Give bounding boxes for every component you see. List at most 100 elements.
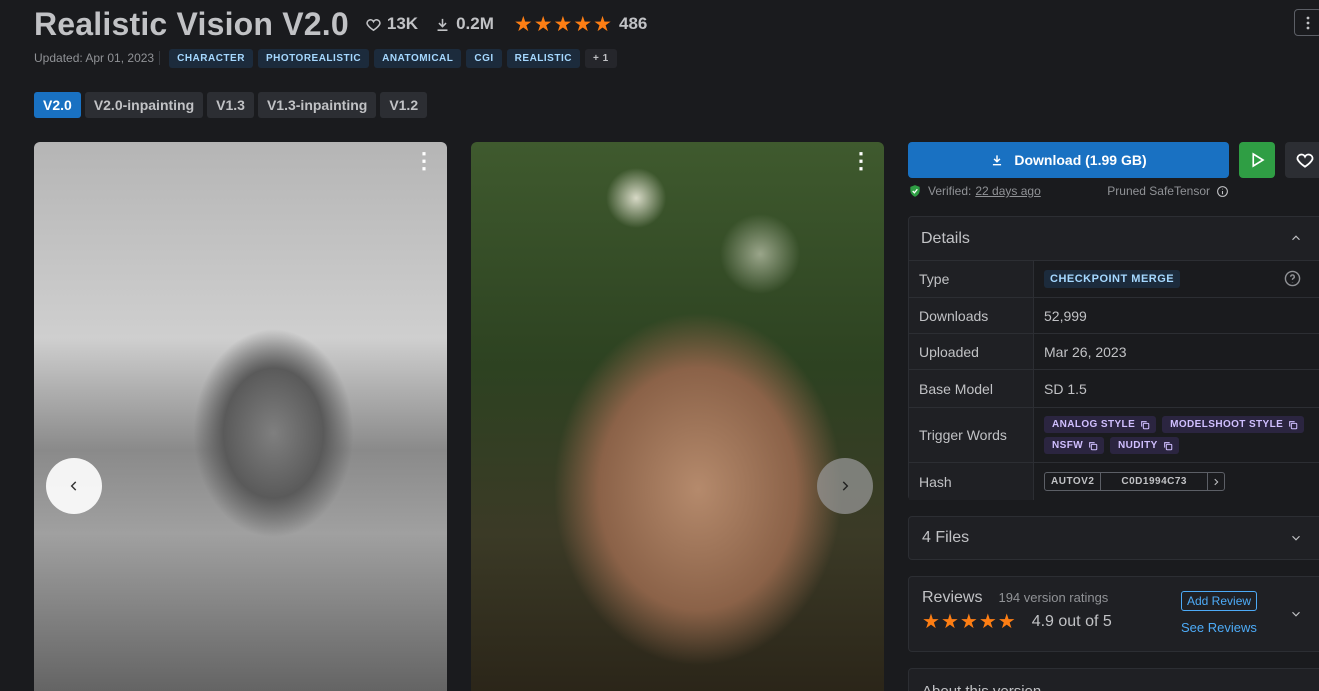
version-tab-v1-3[interactable]: V1.3 <box>207 92 254 118</box>
details-key: Type <box>909 261 1034 297</box>
tag-realistic[interactable]: REALISTIC <box>506 48 580 68</box>
version-tab-v1-3-inpainting[interactable]: V1.3-inpainting <box>257 92 377 118</box>
carousel-next-button[interactable] <box>817 458 873 514</box>
hash-type[interactable]: AUTOV2 <box>1045 473 1102 490</box>
details-value: CHECKPOINT MERGE <box>1034 261 1319 297</box>
reviews-title: Reviews <box>922 589 983 606</box>
details-value: Mar 26, 2023 <box>1044 343 1127 360</box>
chevron-down-icon <box>1292 535 1300 541</box>
trigger-word-chip[interactable]: NUDITY <box>1110 437 1179 454</box>
star-icon: ★ <box>940 611 959 633</box>
details-header[interactable]: Details <box>909 217 1319 261</box>
gallery-image-portrait[interactable]: ⋮ <box>34 142 447 691</box>
tag-character[interactable]: CHARACTER <box>169 48 253 68</box>
chevron-left-icon <box>70 481 77 491</box>
details-value: AUTOV2 C0D1994C73 <box>1034 463 1319 500</box>
details-value: ANALOG STYLE MODELSHOOT STYLE NSFW NUDIT… <box>1034 408 1319 462</box>
verified-date-link[interactable]: 22 days ago <box>975 184 1040 198</box>
title-row: Realistic Vision V2.0 13K 0.2M ★ ★ ★ ★ ★… <box>34 4 647 44</box>
details-panel: Details Type CHECKPOINT MERGE Downloads … <box>908 216 1319 500</box>
more-vertical-icon <box>1306 16 1310 29</box>
chevron-down-icon[interactable] <box>1289 607 1303 621</box>
downloads-stat: 0.2M <box>434 14 494 34</box>
version-tab-v2-0[interactable]: V2.0 <box>34 92 81 118</box>
copy-icon <box>1141 420 1150 429</box>
play-icon <box>1252 152 1265 168</box>
file-format: Pruned SafeTensor <box>1107 184 1229 198</box>
about-label: About this version <box>922 683 1041 691</box>
details-key: Trigger Words <box>909 408 1034 462</box>
trigger-word-chip[interactable]: NSFW <box>1044 437 1105 454</box>
favorite-button[interactable] <box>1285 142 1319 178</box>
hash-box[interactable]: AUTOV2 C0D1994C73 <box>1044 472 1225 491</box>
details-row-downloads: Downloads 52,999 <box>909 298 1319 334</box>
image-menu-icon[interactable]: ⋮ <box>850 150 872 172</box>
likes-count: 13K <box>386 14 419 33</box>
star-icon: ★ <box>573 12 593 36</box>
version-tab-v2-0-inpainting[interactable]: V2.0-inpainting <box>84 92 204 118</box>
image-menu-icon[interactable]: ⋮ <box>413 150 435 172</box>
trigger-word-label: NUDITY <box>1118 440 1158 451</box>
tags-more[interactable]: + 1 <box>584 48 617 68</box>
tag-photorealistic[interactable]: PHOTOREALISTIC <box>257 48 370 68</box>
reviews-panel: Reviews 194 version ratings ★ ★ ★ ★ ★ 4.… <box>908 576 1319 652</box>
download-icon <box>437 18 448 31</box>
reviews-score: 4.9 out of 5 <box>1031 613 1112 630</box>
gallery-image-rabbit[interactable]: ⋮ <box>471 142 884 691</box>
rating-count: 486 <box>619 14 648 33</box>
see-reviews-link[interactable]: See Reviews <box>1181 620 1257 635</box>
shield-check-icon <box>910 185 920 197</box>
download-icon <box>993 155 1002 166</box>
trigger-word-chip[interactable]: MODELSHOOT STYLE <box>1162 416 1305 433</box>
chevron-right-icon <box>842 481 849 491</box>
star-icon: ★ <box>533 12 553 36</box>
add-review-button[interactable]: Add Review <box>1181 591 1258 611</box>
run-button[interactable] <box>1239 142 1275 178</box>
hash-next-button[interactable] <box>1208 477 1224 487</box>
more-menu-button[interactable] <box>1294 9 1319 36</box>
carousel-prev-button[interactable] <box>46 458 102 514</box>
type-badge: CHECKPOINT MERGE <box>1044 270 1181 288</box>
details-value: 52,999 <box>1044 307 1087 324</box>
trigger-word-chip[interactable]: ANALOG STYLE <box>1044 416 1157 433</box>
page-title: Realistic Vision V2.0 <box>34 5 349 42</box>
version-tab-v1-2[interactable]: V1.2 <box>380 92 428 118</box>
meta-row: Updated: Apr 01, 2023 CHARACTER PHOTOREA… <box>34 48 617 68</box>
info-icon[interactable] <box>1216 185 1229 198</box>
verified-label: Verified: <box>928 184 972 198</box>
details-key: Hash <box>909 463 1034 500</box>
updated-date: Updated: Apr 01, 2023 <box>34 51 161 65</box>
trigger-words-list: ANALOG STYLE MODELSHOOT STYLE NSFW NUDIT… <box>1044 416 1314 454</box>
help-icon[interactable] <box>1284 270 1301 287</box>
star-icon: ★ <box>513 12 533 36</box>
heart-icon <box>366 18 381 31</box>
trigger-word-label: ANALOG STYLE <box>1052 419 1136 430</box>
details-row-trigger-words: Trigger Words ANALOG STYLE MODELSHOOT ST… <box>909 408 1319 463</box>
details-row-base-model: Base Model SD 1.5 <box>909 370 1319 408</box>
heart-icon <box>1296 153 1314 168</box>
tag-anatomical[interactable]: ANATOMICAL <box>374 48 462 68</box>
hash-value[interactable]: C0D1994C73 <box>1101 473 1208 490</box>
file-format-label: Pruned SafeTensor <box>1107 184 1210 198</box>
reviews-count: 194 version ratings <box>998 590 1109 605</box>
download-label: Download (1.99 GB) <box>1014 152 1147 168</box>
files-label: 4 Files <box>922 529 970 546</box>
star-icon: ★ <box>922 611 940 633</box>
chevron-up-icon <box>1292 235 1300 241</box>
files-panel[interactable]: 4 Files <box>908 516 1319 560</box>
tag-cgi[interactable]: CGI <box>466 48 502 68</box>
details-row-type: Type CHECKPOINT MERGE <box>909 261 1319 298</box>
chevron-right-icon <box>1214 478 1219 485</box>
star-icon: ★ <box>593 12 612 36</box>
downloads-count: 0.2M <box>456 14 494 33</box>
download-button[interactable]: Download (1.99 GB) <box>908 142 1229 178</box>
trigger-word-label: NSFW <box>1052 440 1084 451</box>
about-panel[interactable]: About this version <box>908 668 1319 691</box>
details-title: Details <box>921 229 970 247</box>
version-tabs: V2.0 V2.0-inpainting V1.3 V1.3-inpaintin… <box>34 92 431 118</box>
trigger-word-label: MODELSHOOT STYLE <box>1170 419 1284 430</box>
details-row-hash: Hash AUTOV2 C0D1994C73 <box>909 463 1319 500</box>
details-key: Downloads <box>909 298 1034 333</box>
header-rating-stars[interactable]: ★ ★ ★ ★ ★ <box>514 14 613 35</box>
verified-row: Verified: 22 days ago Pruned SafeTensor <box>908 183 1229 199</box>
